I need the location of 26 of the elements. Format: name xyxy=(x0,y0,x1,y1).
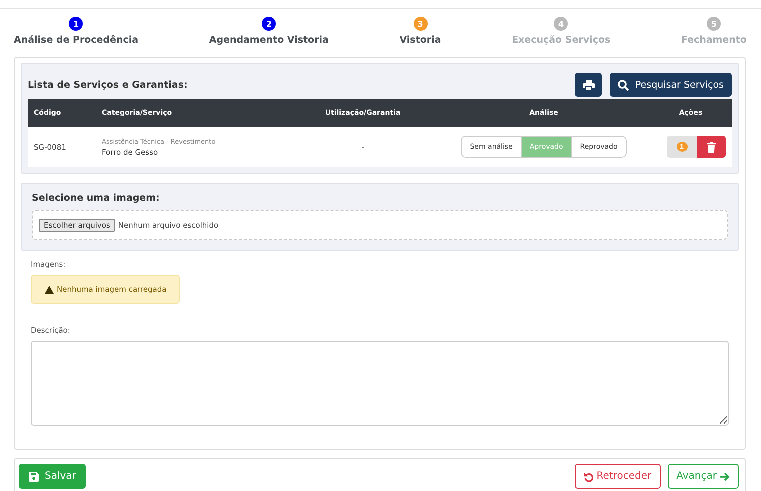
warning-icon xyxy=(45,286,54,294)
step-number: 5 xyxy=(707,17,722,31)
step-label: Fechamento xyxy=(681,35,747,46)
printer-icon xyxy=(582,80,595,90)
print-button[interactable] xyxy=(575,73,602,97)
step-label: Execução Serviços xyxy=(512,35,611,46)
undo-icon xyxy=(584,472,594,482)
upload-label: Selecione uma imagem: xyxy=(32,193,161,204)
step-number: 4 xyxy=(554,17,568,31)
floppy-icon xyxy=(29,472,39,482)
search-services-button[interactable]: Pesquisar Serviços xyxy=(610,73,732,97)
next-button[interactable]: Avançar xyxy=(668,464,739,489)
description-field[interactable] xyxy=(31,341,729,426)
arrow-right-icon xyxy=(720,472,730,482)
step-number: 3 xyxy=(414,17,428,31)
save-button[interactable]: Salvar xyxy=(19,464,86,489)
step-number: 1 xyxy=(69,17,84,31)
section-title: Lista de Serviços e Garantias: xyxy=(28,80,188,90)
step-number: 2 xyxy=(262,17,276,31)
back-button[interactable]: Retroceder xyxy=(574,464,661,489)
step-label: Vistoria xyxy=(400,35,442,46)
search-icon xyxy=(618,80,630,90)
delete-button[interactable] xyxy=(697,136,726,158)
step-label: Agendamento Vistoria xyxy=(209,35,329,46)
trash-icon xyxy=(707,142,716,152)
step-label: Análise de Procedência xyxy=(14,35,139,46)
